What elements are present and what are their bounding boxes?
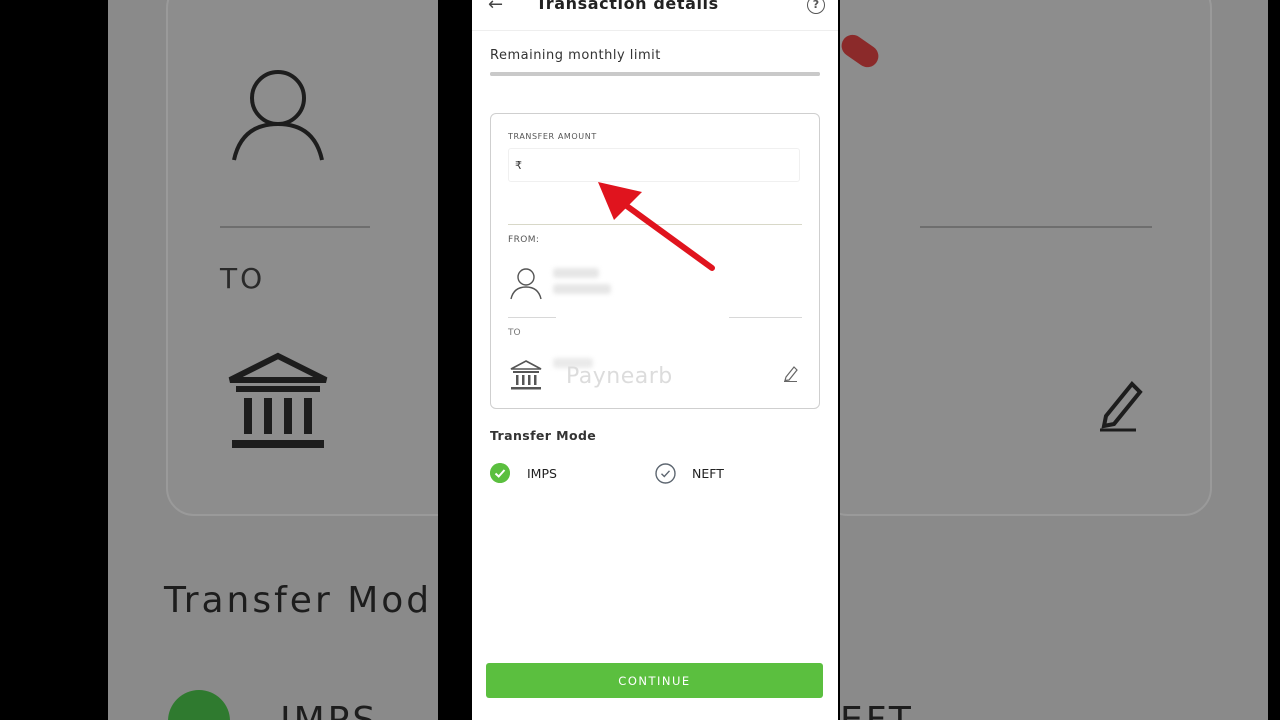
neft-label-blurred: EFT [840,700,914,720]
check-circle-icon [168,690,230,720]
bank-icon [510,360,542,390]
arrow-left-icon[interactable]: ← [488,0,503,15]
watermark-text: Paynearb [566,364,673,389]
phone-screen: ← Transaction details ? Remaining monthl… [472,0,838,720]
sender-account-redacted [553,284,611,294]
divider [729,317,802,318]
to-label-blurred: TO [220,262,266,295]
divider [920,226,1152,228]
person-icon [510,268,542,300]
monthly-limit-label: Remaining monthly limit [490,48,661,63]
transfer-amount-label: TRANSFER AMOUNT [508,132,597,141]
transfer-mode-imps[interactable]: IMPS [490,463,630,485]
check-circle-filled-icon [490,463,510,483]
pencil-icon [1100,381,1143,432]
phone-bezel-right [838,0,840,720]
to-label: TO [508,328,521,338]
blurred-background-left: TO Transfer Mod IMPS [108,0,438,720]
red-arrow-icon [598,182,715,271]
neft-label: NEFT [692,466,724,481]
transfer-mode-title-blurred: Transfer Mod [164,580,433,621]
check-circle-outline-icon [655,463,676,484]
transfer-mode-title: Transfer Mode [490,428,597,443]
pencil-icon[interactable] [783,364,799,382]
divider [220,226,370,228]
app-header: ← Transaction details ? [472,0,838,31]
blurred-background-right: EFT [840,0,1268,720]
page-title: Transaction details [536,0,719,13]
continue-button[interactable]: CONTINUE [486,663,823,698]
divider [508,317,556,318]
rupee-symbol: ₹ [515,159,522,172]
transfer-amount-input[interactable] [508,148,800,182]
question-circle-icon[interactable]: ? [807,0,825,14]
from-label: FROM: [508,235,540,245]
blurred-card [840,0,1212,516]
monthly-limit-bar [490,72,820,76]
person-icon [232,70,324,161]
imps-label-blurred: IMPS [280,700,378,720]
bank-icon [228,352,328,448]
phone-bezel-left [438,0,472,720]
imps-label: IMPS [527,466,557,481]
transfer-mode-neft[interactable]: NEFT [655,463,795,485]
